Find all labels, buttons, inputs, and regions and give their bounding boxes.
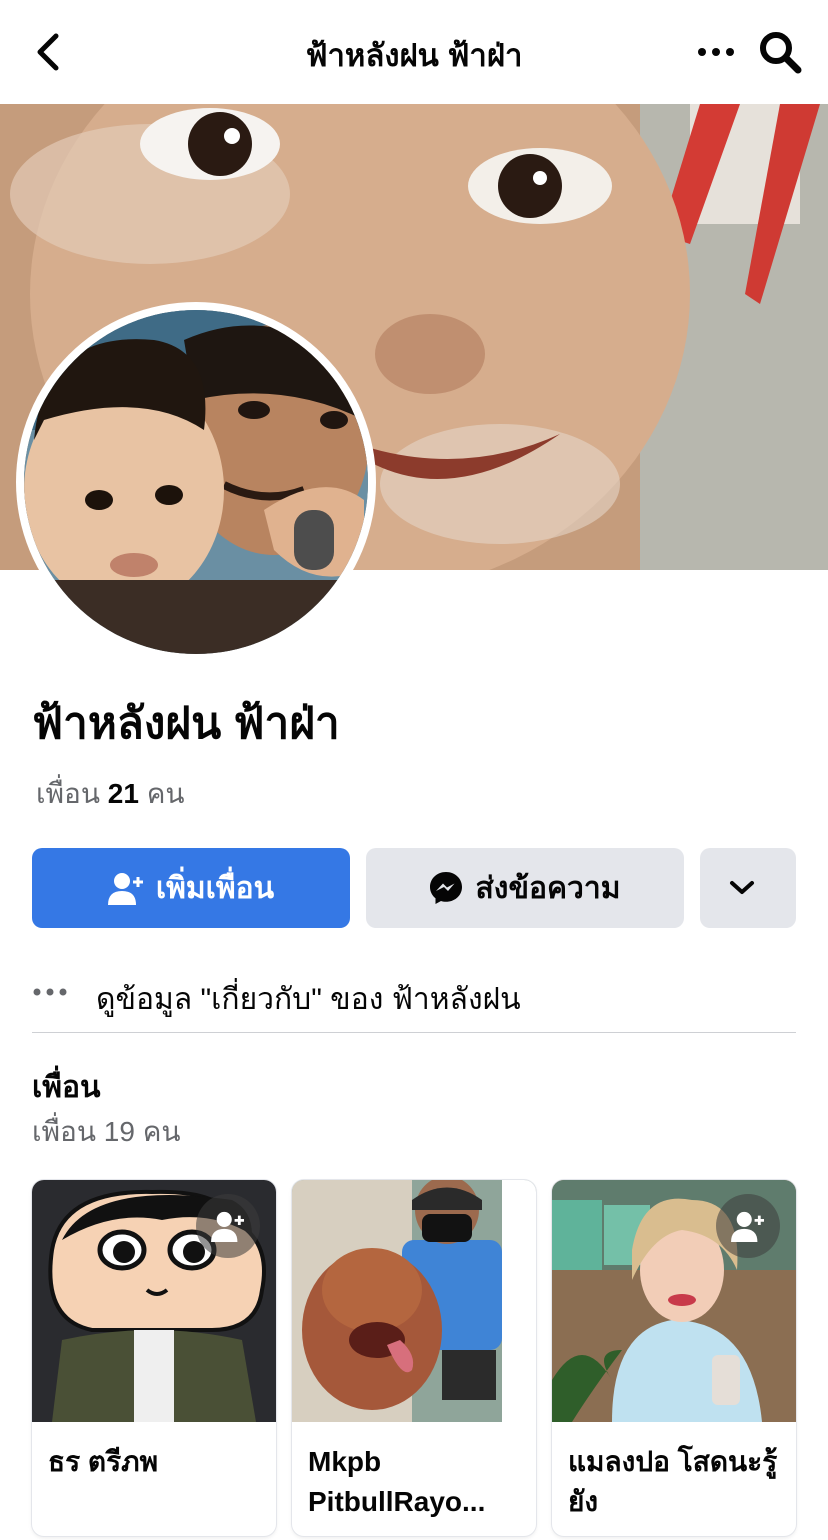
friend-card[interactable]: Mkpb PitbullRayo...	[292, 1180, 536, 1536]
add-friend-icon[interactable]	[196, 1194, 260, 1258]
friends-count-suffix: คน	[146, 778, 185, 809]
add-friend-icon[interactable]	[716, 1194, 780, 1258]
friends-count-prefix: เพื่อน	[36, 778, 100, 809]
friend-card[interactable]: ธร ตรีภพ	[32, 1180, 276, 1536]
friends-section-title: เพื่อน	[32, 1071, 101, 1104]
add-friend-label: เพิ่มเพื่อน	[155, 871, 275, 905]
messenger-icon	[430, 872, 463, 904]
about-text: ดูข้อมูล "เกี่ยวกับ" ของ ฟ้าหลังฝน	[96, 983, 521, 1016]
friends-section-subtitle: เพื่อน 19 คน	[32, 1116, 181, 1147]
friend-card[interactable]: แมลงปอ โสดนะรู้ยัง	[552, 1180, 796, 1536]
top-bar: ฟ้าหลังฝน ฟ้าฝ่า	[0, 0, 828, 105]
friend-name: ธร ตรีภพ	[48, 1446, 159, 1477]
friend-photo	[292, 1180, 536, 1422]
more-horizontal-icon[interactable]	[696, 32, 736, 72]
friends-count-number: 21	[107, 778, 139, 809]
about-link[interactable]: ดูข้อมูล "เกี่ยวกับ" ของ ฟ้าหลังฝน	[32, 972, 796, 1033]
chevron-down-icon	[730, 881, 754, 894]
more-actions-button[interactable]	[700, 848, 796, 928]
friend-name: Mkpb PitbullRayo...	[308, 1446, 486, 1517]
add-friend-icon	[107, 873, 143, 905]
profile-avatar[interactable]	[16, 302, 376, 662]
add-friend-button[interactable]: เพิ่มเพื่อน	[32, 848, 350, 928]
more-horizontal-icon	[33, 988, 67, 996]
friend-name: แมลงปอ โสดนะรู้ยัง	[568, 1446, 778, 1517]
search-icon[interactable]	[756, 28, 804, 76]
message-label: ส่งข้อความ	[475, 871, 621, 905]
message-button[interactable]: ส่งข้อความ	[366, 848, 684, 928]
friends-count: เพื่อน 21 คน	[36, 772, 185, 816]
profile-name: ฟ้าหลังฝน ฟ้าฝ่า	[32, 699, 340, 748]
avatar-photo	[24, 310, 368, 654]
